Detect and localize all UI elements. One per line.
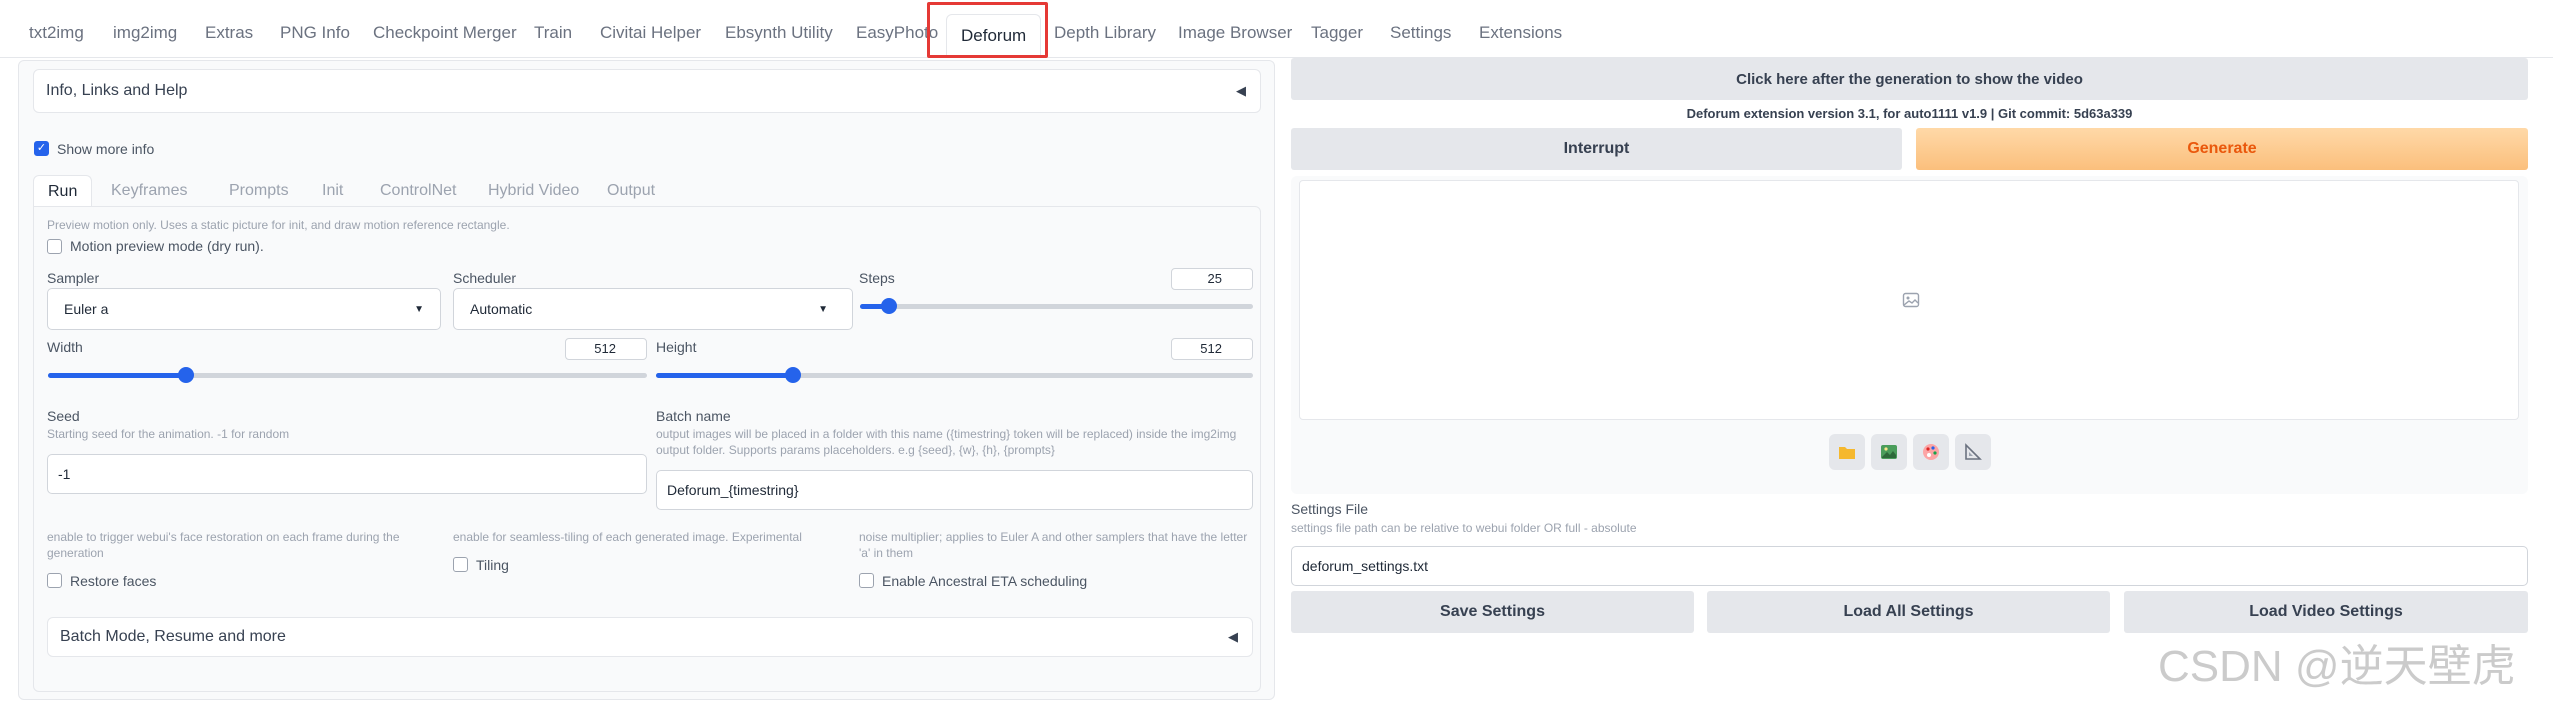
width-slider-fill xyxy=(48,373,186,378)
collapse-triangle-icon: ◀ xyxy=(1236,83,1246,98)
tab-train[interactable]: Train xyxy=(534,16,572,50)
image-preview-area xyxy=(1299,180,2519,420)
motion-preview-label: Motion preview mode (dry run). xyxy=(70,238,264,254)
batch-name-label: Batch name xyxy=(656,408,731,424)
seed-description: Starting seed for the animation. -1 for … xyxy=(47,427,290,441)
folder-icon[interactable] xyxy=(1829,434,1865,470)
tab-txt2img[interactable]: txt2img xyxy=(29,16,84,50)
tiling-description: enable for seamless-tiling of each gener… xyxy=(453,530,802,544)
tab-checkpoint-merger[interactable]: Checkpoint Merger xyxy=(373,16,517,50)
sampler-label: Sampler xyxy=(47,270,100,286)
tab-easyphoto[interactable]: EasyPhoto xyxy=(856,16,938,50)
palette-icon[interactable] xyxy=(1913,434,1949,470)
version-info: Deforum extension version 3.1, for auto1… xyxy=(1686,106,2133,121)
dropdown-arrow-icon: ▼ xyxy=(414,303,424,315)
subtab-output[interactable]: Output xyxy=(607,175,655,207)
subtab-run[interactable]: Run xyxy=(33,175,93,207)
restore-faces-label: Restore faces xyxy=(70,573,157,589)
info-accordion-label: Info, Links and Help xyxy=(46,82,188,99)
restore-faces-description: enable to trigger webui's face restorati… xyxy=(47,530,400,560)
tab-settings[interactable]: Settings xyxy=(1390,16,1451,50)
steps-slider[interactable] xyxy=(860,298,1253,314)
show-video-button[interactable]: Click here after the generation to show … xyxy=(1291,58,2528,100)
sampler-dropdown[interactable]: Euler a ▼ xyxy=(47,288,441,330)
width-slider[interactable] xyxy=(48,367,647,383)
subtab-keyframes[interactable]: Keyframes xyxy=(111,175,187,207)
watermark: CSDN @逆天壁虎 xyxy=(2158,642,2516,691)
scheduler-dropdown[interactable]: Automatic ▼ xyxy=(453,288,853,330)
height-number-input[interactable]: 512 xyxy=(1171,338,1253,360)
ancestral-eta-checkbox[interactable] xyxy=(859,573,874,588)
tab-extras[interactable]: Extras xyxy=(205,16,253,50)
preview-note: Preview motion only. Uses a static pictu… xyxy=(47,218,510,232)
top-tab-bar: txt2img img2img Extras PNG Info Checkpoi… xyxy=(0,0,2553,58)
height-slider[interactable] xyxy=(656,367,1253,383)
tab-img2img[interactable]: img2img xyxy=(113,16,177,50)
ancestral-description: noise multiplier; applies to Euler A and… xyxy=(859,530,1248,560)
batch-mode-accordion[interactable]: Batch Mode, Resume and more ◀ xyxy=(47,617,1253,657)
restore-faces-checkbox[interactable] xyxy=(47,573,62,588)
tiling-label: Tiling xyxy=(476,557,509,573)
height-slider-thumb[interactable] xyxy=(785,367,802,383)
tab-png-info[interactable]: PNG Info xyxy=(280,16,350,50)
steps-number-input[interactable]: 25 xyxy=(1171,268,1253,290)
scheduler-label: Scheduler xyxy=(453,270,517,286)
settings-file-input[interactable]: deforum_settings.txt xyxy=(1291,546,2528,586)
ancestral-eta-label: Enable Ancestral ETA scheduling xyxy=(882,573,1088,589)
sub-tab-bar: Run Keyframes Prompts Init ControlNet Hy… xyxy=(33,175,1261,207)
ruler-icon[interactable] xyxy=(1955,434,1991,470)
load-all-settings-button[interactable]: Load All Settings xyxy=(1707,591,2110,633)
width-slider-thumb[interactable] xyxy=(177,367,194,383)
collapse-triangle-icon: ◀ xyxy=(1228,629,1238,644)
settings-file-value: deforum_settings.txt xyxy=(1302,558,1429,574)
tab-tagger[interactable]: Tagger xyxy=(1311,16,1363,50)
batch-name-input[interactable]: Deforum_{timestring} xyxy=(656,470,1253,510)
show-more-info-label: Show more info xyxy=(57,141,155,157)
width-number-input[interactable]: 512 xyxy=(565,338,647,360)
tab-deforum[interactable]: Deforum xyxy=(946,14,1042,58)
width-label: Width xyxy=(47,339,83,355)
load-video-settings-button[interactable]: Load Video Settings xyxy=(2124,591,2528,633)
image-icon[interactable] xyxy=(1871,434,1907,470)
run-tab-panel: Preview motion only. Uses a static pictu… xyxy=(33,206,1261,692)
steps-slider-thumb[interactable] xyxy=(881,298,898,314)
left-panel: Info, Links and Help ◀ ✓ Show more info … xyxy=(18,60,1275,700)
generate-button[interactable]: Generate xyxy=(1916,128,2528,170)
tab-depth-library[interactable]: Depth Library xyxy=(1054,16,1156,50)
interrupt-button[interactable]: Interrupt xyxy=(1291,128,1902,170)
image-placeholder-icon xyxy=(1902,292,1920,308)
seed-label: Seed xyxy=(47,408,80,424)
save-settings-button[interactable]: Save Settings xyxy=(1291,591,1694,633)
batch-name-description: output images will be placed in a folder… xyxy=(656,427,1237,457)
height-label: Height xyxy=(656,339,697,355)
tab-image-browser[interactable]: Image Browser xyxy=(1178,16,1292,50)
info-accordion[interactable]: Info, Links and Help ◀ xyxy=(33,69,1261,113)
tab-extensions[interactable]: Extensions xyxy=(1479,16,1562,50)
scheduler-value: Automatic xyxy=(470,301,533,317)
subtab-controlnet[interactable]: ControlNet xyxy=(380,175,456,207)
subtab-prompts[interactable]: Prompts xyxy=(229,175,289,207)
tab-civitai-helper[interactable]: Civitai Helper xyxy=(600,16,701,50)
subtab-hybrid-video[interactable]: Hybrid Video xyxy=(488,175,579,207)
subtab-init[interactable]: Init xyxy=(322,175,343,207)
seed-value: -1 xyxy=(58,466,71,482)
steps-label: Steps xyxy=(859,270,895,286)
motion-preview-checkbox[interactable] xyxy=(47,239,62,254)
output-gallery xyxy=(1291,176,2528,494)
settings-file-label: Settings File xyxy=(1291,501,1369,517)
batch-mode-accordion-label: Batch Mode, Resume and more xyxy=(60,628,286,645)
batch-name-value: Deforum_{timestring} xyxy=(667,482,799,498)
dropdown-arrow-icon: ▼ xyxy=(818,303,828,315)
height-slider-fill xyxy=(656,373,794,378)
sampler-value: Euler a xyxy=(64,301,109,317)
tiling-checkbox[interactable] xyxy=(453,557,468,572)
tab-ebsynth-utility[interactable]: Ebsynth Utility xyxy=(725,16,833,50)
settings-file-description: settings file path can be relative to we… xyxy=(1291,521,1637,535)
show-more-info-checkbox[interactable]: ✓ xyxy=(34,141,49,156)
seed-input[interactable]: -1 xyxy=(47,454,647,494)
